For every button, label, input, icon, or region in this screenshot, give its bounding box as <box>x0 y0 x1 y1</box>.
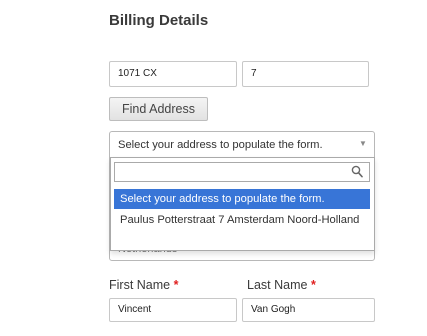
last-name-label: Last Name * <box>247 278 316 292</box>
section-title: Billing Details <box>109 12 209 29</box>
address-select-value: Select your address to populate the form… <box>118 139 323 151</box>
dropdown-option-placeholder[interactable]: Select your address to populate the form… <box>114 189 370 209</box>
first-name-label-text: First Name <box>109 278 171 292</box>
postcode-input[interactable]: 1071 CX <box>109 61 237 87</box>
chevron-down-icon[interactable]: ▼ <box>359 139 367 148</box>
address-search-input[interactable] <box>114 162 370 182</box>
last-name-label-text: Last Name <box>247 278 308 292</box>
find-address-button[interactable]: Find Address <box>109 97 208 121</box>
last-name-input[interactable]: Van Gogh <box>242 298 375 322</box>
required-mark: * <box>310 278 316 292</box>
first-name-input[interactable]: Vincent <box>109 298 237 322</box>
house-number-input[interactable]: 7 <box>242 61 369 87</box>
dropdown-option-address[interactable]: Paulus Potterstraat 7 Amsterdam Noord-Ho… <box>114 214 370 226</box>
search-icon <box>351 165 363 178</box>
first-name-label: First Name * <box>109 278 178 292</box>
required-mark: * <box>173 278 179 292</box>
